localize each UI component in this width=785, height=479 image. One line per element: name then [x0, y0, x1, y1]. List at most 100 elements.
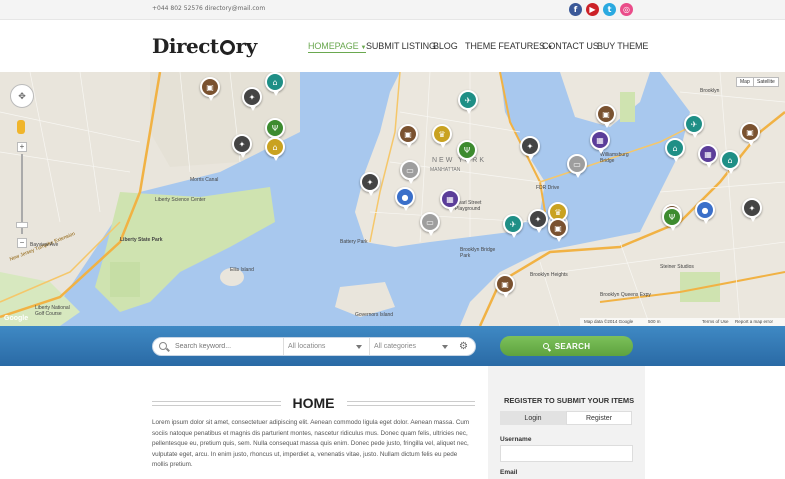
location-select[interactable]: All locations [283, 338, 368, 355]
page-title-text: HOME [292, 395, 335, 411]
tab-login[interactable]: Login [500, 411, 566, 425]
map-label: Steiner Studios [660, 264, 694, 270]
map-pin-icon[interactable]: ✦ [232, 134, 252, 158]
google-logo: Google [4, 315, 29, 322]
map-label: Liberty State Park [120, 237, 163, 243]
map-pin-icon[interactable]: ✈ [458, 90, 478, 114]
map-pin-icon[interactable]: ▣ [548, 218, 568, 242]
nav-label: BLOG [433, 41, 458, 51]
nav-buy-theme[interactable]: BUY THEME [597, 41, 648, 51]
map-type-map-button[interactable]: Map [736, 77, 754, 87]
gear-icon[interactable]: ⚙ [459, 341, 468, 352]
username-input[interactable] [500, 445, 633, 462]
map-pin-icon[interactable]: ✦ [520, 136, 540, 160]
map-label: Brooklyn Heights [530, 272, 568, 278]
map-pin-icon[interactable]: Ψ [265, 118, 285, 142]
map-pin-icon[interactable]: ✈ [503, 214, 523, 238]
nav-homepage[interactable]: HOMEPAGE ▼ [308, 41, 366, 53]
map-pin-icon[interactable]: ● [395, 187, 415, 211]
tab-register[interactable]: Register [566, 411, 632, 425]
map-pin-icon[interactable]: ▣ [495, 274, 515, 298]
map-type-satellite-button[interactable]: Satellite [753, 77, 779, 87]
pan-control[interactable]: ✥ [10, 84, 34, 108]
map-pin-icon[interactable]: ⌂ [265, 137, 285, 161]
nav-theme-features[interactable]: THEME FEATURES ▼ [465, 41, 553, 51]
page-body-text: Lorem ipsum dolor sit amet, consectetuer… [152, 419, 470, 468]
map-pin-icon[interactable]: ▭ [567, 154, 587, 178]
top-bar: +044 802 52576 directory@mail.com f ▶ t … [0, 0, 785, 20]
email-label: Email [500, 469, 518, 476]
category-select-value: All categories [374, 343, 417, 350]
map-label: Liberty Science Center [155, 197, 206, 203]
map-pin-icon[interactable]: ● [695, 200, 715, 224]
logo-text-left: Direct [152, 34, 219, 58]
nav-label: BUY THEME [597, 41, 649, 51]
map-pin-icon[interactable]: ⌂ [665, 138, 685, 162]
twitter-icon[interactable]: t [603, 3, 616, 16]
map-pin-icon[interactable]: ▣ [740, 122, 760, 146]
title-divider [152, 400, 281, 406]
search-button[interactable]: SEARCH [500, 336, 633, 356]
zoom-in-button[interactable]: + [17, 142, 27, 152]
map-pin-icon[interactable]: ▦ [698, 144, 718, 168]
map-pin-icon[interactable]: ▭ [400, 160, 420, 184]
map-pin-icon[interactable]: ✦ [360, 172, 380, 196]
dribbble-icon[interactable]: ◎ [620, 3, 633, 16]
map-pin-icon[interactable]: ▣ [398, 124, 418, 148]
map-pin-icon[interactable]: ✈ [684, 114, 704, 138]
map-label: Battery Park [340, 239, 368, 245]
nav-blog[interactable]: BLOG [433, 41, 458, 51]
report-map-error-link[interactable]: Report a map error [735, 319, 773, 324]
youtube-icon[interactable]: ▶ [586, 3, 599, 16]
map-pin-icon[interactable]: Ψ [662, 207, 682, 231]
logo-ring-icon [219, 39, 235, 55]
search-keyword-input[interactable] [171, 338, 281, 355]
zoom-out-button[interactable]: − [17, 238, 27, 248]
facebook-icon[interactable]: f [569, 3, 582, 16]
map-label: MANHATTAN [430, 167, 461, 173]
zoom-slider-handle[interactable] [16, 222, 28, 228]
map-pin-icon[interactable]: ✦ [242, 87, 262, 111]
map-label: Brooklyn Bridge Park [460, 247, 496, 259]
map-pin-icon[interactable]: ▭ [420, 212, 440, 236]
map-pin-icon[interactable]: ⌂ [265, 72, 285, 96]
listing-map[interactable]: NEW YORK MANHATTAN Liberty State Park Li… [0, 72, 785, 326]
nav-label: HOMEPAGE [308, 41, 359, 51]
map-background [0, 72, 785, 326]
map-label: Williamsburg Bridge [600, 152, 629, 164]
map-pin-icon[interactable]: ✦ [528, 209, 548, 233]
search-icon [542, 343, 549, 349]
terms-link[interactable]: Terms of Use [702, 319, 729, 324]
map-pin-icon[interactable]: ▦ [440, 189, 460, 213]
page-title: HOME [152, 395, 475, 411]
map-attribution-bar: Map data ©2014 Google 500 m Terms of Use… [580, 318, 785, 326]
nav-contact-us[interactable]: CONTACT US [542, 41, 599, 51]
site-logo[interactable]: Direct ry [152, 34, 257, 58]
title-divider [346, 400, 475, 406]
map-pin-icon[interactable]: ✦ [742, 198, 762, 222]
pegman-icon[interactable] [17, 120, 25, 134]
map-label: Governors Island [355, 312, 394, 318]
logo-text-right: ry [235, 34, 258, 58]
map-pin-icon[interactable]: ♛ [432, 124, 452, 148]
contact-info: +044 802 52576 directory@mail.com [152, 5, 266, 12]
username-label: Username [500, 436, 532, 443]
map-pin-icon[interactable]: ▣ [200, 77, 220, 101]
map-label: Pearl Street Playground [455, 200, 482, 212]
nav-submit-listing[interactable]: SUBMIT LISTING [366, 41, 436, 51]
map-attribution: Map data ©2014 Google [584, 319, 634, 324]
search-icon [159, 342, 167, 350]
location-select-value: All locations [288, 343, 326, 350]
category-select[interactable]: All categories [369, 338, 454, 355]
map-pin-icon[interactable]: ▣ [596, 104, 616, 128]
map-label: FDR Drive [536, 185, 560, 191]
map-label: Liberty National Golf Course [35, 305, 70, 317]
map-label: Brooklyn Queens Expy [600, 292, 651, 298]
nav-label: SUBMIT LISTING [366, 41, 436, 51]
map-pin-icon[interactable]: ▦ [590, 130, 610, 154]
map-label: Morris Canal [190, 177, 219, 183]
map-label: Bayview Ave [30, 242, 59, 248]
map-pin-icon[interactable]: Ψ [457, 140, 477, 164]
map-pin-icon[interactable]: ⌂ [720, 150, 740, 174]
search-button-label: SEARCH [554, 341, 591, 351]
